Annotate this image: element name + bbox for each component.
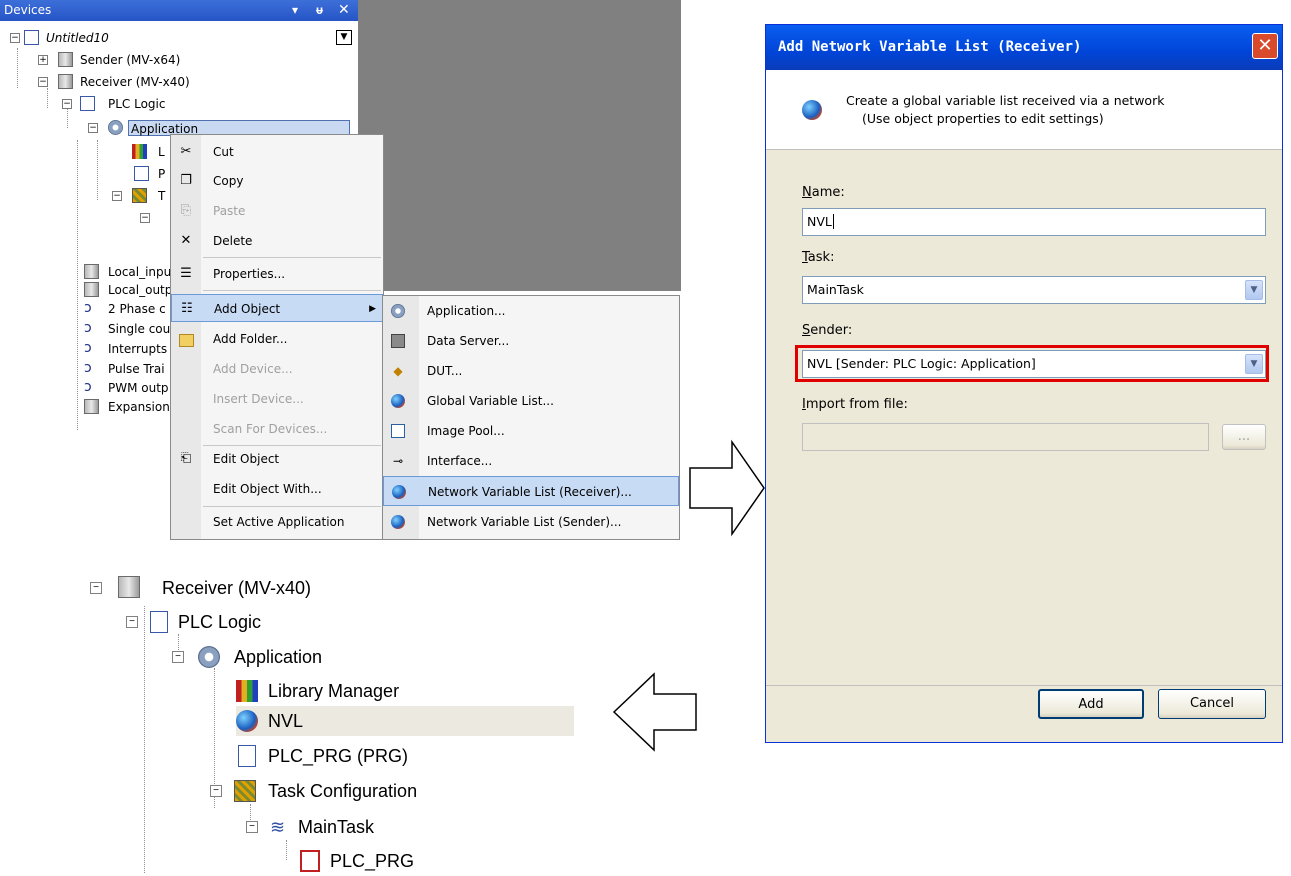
menu-item-add-device[interactable]: Add Device... (171, 355, 383, 383)
menu-item-edit-object-with[interactable]: Edit Object With... (171, 475, 383, 503)
paste-icon: ⎘ (180, 203, 192, 218)
left-arrow-icon (612, 672, 697, 752)
program-icon (238, 745, 256, 767)
submenu-item-data-server[interactable]: Data Server... (383, 326, 679, 356)
submenu-item-application[interactable]: Application... (383, 296, 679, 326)
wire-icon: ↄ (84, 379, 92, 395)
interface-icon: ⊸ (392, 454, 404, 468)
submenu-item-dut[interactable]: ◆ DUT... (383, 356, 679, 386)
globe-icon (236, 710, 258, 732)
dut-icon: ◆ (393, 364, 403, 378)
globe-icon (391, 515, 405, 529)
task-config-icon (234, 780, 256, 802)
dialog-title-bar: Add Network Variable List (Receiver) ✕ (766, 25, 1282, 70)
globe-icon (802, 100, 822, 120)
edit-object-icon: ⎗ (180, 451, 192, 466)
menu-item-add-object[interactable]: ☷ Add Object ▶ (171, 294, 383, 322)
dialog-header: Create a global variable list received v… (766, 70, 1282, 150)
pin-icon[interactable]: ᵾ (316, 0, 323, 21)
plc-logic-icon (150, 611, 168, 633)
devices-title: Devices (4, 3, 52, 17)
globe-icon (391, 394, 405, 408)
submenu-arrow-icon: ▶ (369, 304, 376, 314)
wire-icon: ↄ (84, 360, 92, 376)
plc-logic-icon (80, 96, 95, 111)
menu-item-paste[interactable]: ⎘ Paste (171, 197, 383, 225)
globe-icon (392, 485, 406, 499)
sender-label: Sender: (802, 323, 853, 338)
program-icon (134, 166, 149, 181)
chevron-down-icon[interactable]: ▼ (1245, 280, 1263, 300)
name-field[interactable]: NVL (802, 208, 1266, 236)
library-icon (236, 680, 258, 702)
context-menu: ✂ Cut ❐ Copy ⎘ Paste ✕ Delete ☰ Properti… (170, 134, 384, 540)
menu-item-delete[interactable]: ✕ Delete (171, 227, 383, 255)
dialog-title: Add Network Variable List (Receiver) (778, 39, 1082, 55)
project-icon (24, 30, 39, 45)
scissors-icon: ✂ (180, 144, 192, 159)
copy-icon: ❐ (180, 173, 192, 188)
dropdown-arrow-icon[interactable]: ▾ (292, 0, 298, 21)
devices-title-bar: Devices ▾ ᵾ ✕ (0, 0, 358, 21)
add-button[interactable]: Add (1038, 689, 1144, 719)
task-select[interactable]: MainTask ▼ (802, 276, 1266, 304)
add-nvl-dialog: Add Network Variable List (Receiver) ✕ C… (765, 24, 1283, 743)
wire-icon: ↄ (84, 340, 92, 356)
tree-dropdown-icon[interactable]: ▼ (336, 30, 352, 45)
dialog-description: Create a global variable list received v… (846, 93, 1165, 126)
wire-icon: ↄ (84, 300, 92, 316)
device-icon (58, 74, 73, 89)
gear-icon (391, 304, 405, 318)
tree-label-receiver: Receiver (MV-x40) (80, 75, 190, 89)
library-icon (132, 144, 147, 159)
name-label: Name: (802, 185, 845, 200)
menu-item-insert-device[interactable]: Insert Device... (171, 385, 383, 413)
tree-label-root: Untitled10 (46, 31, 109, 45)
close-icon[interactable]: ✕ (338, 0, 350, 21)
menu-item-properties[interactable]: ☰ Properties... (171, 260, 383, 288)
close-button[interactable]: ✕ (1252, 33, 1278, 59)
task-stack-icon: ≋ (270, 817, 286, 837)
menu-item-scan-devices[interactable]: Scan For Devices... (171, 415, 383, 443)
device-icon (84, 264, 99, 279)
submenu-item-interface[interactable]: ⊸ Interface... (383, 446, 679, 476)
properties-icon: ☰ (180, 266, 192, 281)
data-server-icon (391, 334, 405, 348)
import-file-field[interactable] (802, 423, 1209, 451)
menu-item-edit-object[interactable]: ⎗ Edit Object (171, 445, 383, 473)
tree-label-plc-logic: PLC Logic (108, 97, 166, 111)
submenu-item-nvl-receiver[interactable]: Network Variable List (Receiver)... (383, 476, 679, 506)
submenu-item-nvl-sender[interactable]: Network Variable List (Sender)... (383, 507, 679, 537)
import-label: Import from file: (802, 397, 908, 412)
right-arrow-icon (689, 439, 765, 537)
editor-background (358, 0, 681, 291)
browse-button[interactable]: ... (1222, 424, 1266, 450)
device-icon (58, 52, 73, 67)
add-object-submenu: Application... Data Server... ◆ DUT... G… (382, 295, 680, 540)
add-object-icon: ☷ (181, 301, 193, 316)
task-config-icon (132, 188, 147, 203)
tree-label-sender: Sender (MV-x64) (80, 53, 181, 67)
image-pool-icon (391, 424, 405, 438)
delete-icon: ✕ (180, 233, 192, 248)
gear-icon (108, 120, 123, 135)
device-icon (84, 282, 99, 297)
result-item-nvl[interactable]: NVL (236, 706, 574, 736)
program-call-icon (300, 850, 320, 872)
menu-item-cut[interactable]: ✂ Cut (171, 138, 383, 166)
device-icon (118, 576, 140, 598)
task-label: Task: (802, 250, 835, 265)
highlight-box (795, 345, 1269, 382)
folder-icon (179, 334, 194, 347)
menu-item-copy[interactable]: ❐ Copy (171, 167, 383, 195)
device-icon (84, 399, 99, 414)
menu-item-set-active-application[interactable]: Set Active Application (171, 508, 383, 536)
submenu-item-global-variable-list[interactable]: Global Variable List... (383, 386, 679, 416)
submenu-item-image-pool[interactable]: Image Pool... (383, 416, 679, 446)
gear-icon (198, 646, 220, 668)
menu-item-add-folder[interactable]: Add Folder... (171, 325, 383, 353)
cancel-button[interactable]: Cancel (1158, 689, 1266, 719)
wire-icon: ↄ (84, 320, 92, 336)
